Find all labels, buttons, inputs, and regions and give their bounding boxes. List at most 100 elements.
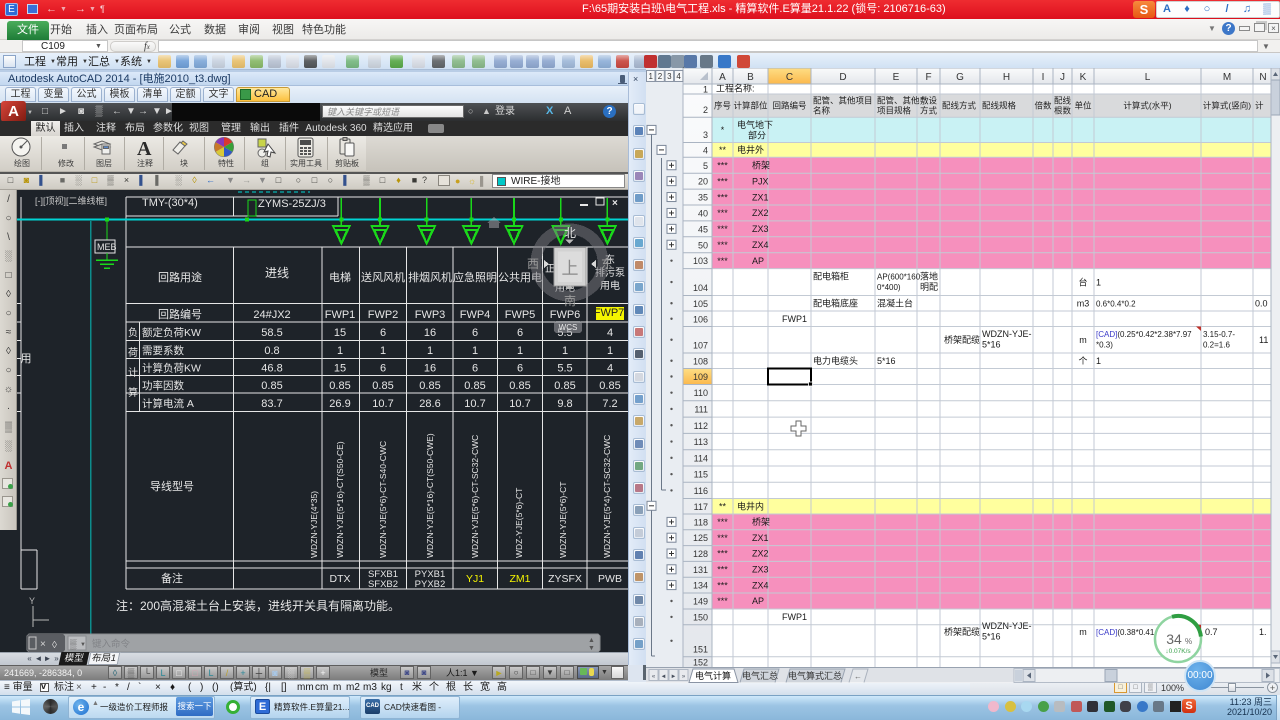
svg-text:←: ←	[854, 672, 862, 681]
svg-text:28.6: 28.6	[419, 398, 440, 410]
svg-text:WDZN-YJE-: WDZN-YJE-	[982, 329, 1032, 339]
svg-text:混凝土台: 混凝土台	[877, 297, 913, 308]
svg-text:4: 4	[607, 327, 613, 339]
svg-text:110: 110	[694, 388, 708, 398]
svg-text:0.85: 0.85	[261, 380, 282, 392]
svg-text:上: 上	[562, 259, 579, 278]
svg-text:ZX1: ZX1	[752, 192, 769, 202]
svg-text:FWP5: FWP5	[505, 309, 536, 321]
svg-text:回路用途: 回路用途	[158, 270, 202, 284]
svg-text:MEB: MEB	[97, 242, 117, 252]
svg-text:工程名称:: 工程名称:	[716, 83, 755, 94]
svg-text:111: 111	[694, 404, 708, 414]
svg-text:112: 112	[694, 421, 708, 431]
svg-text:2: 2	[703, 105, 708, 115]
svg-text:58.5: 58.5	[261, 327, 282, 339]
svg-text:个: 个	[1078, 356, 1087, 366]
svg-text:方式: 方式	[920, 106, 938, 116]
svg-text:5: 5	[703, 161, 708, 171]
svg-text:计算部位: 计算部位	[733, 101, 768, 111]
svg-text:电气计算: 电气计算	[695, 670, 731, 681]
svg-text:***: ***	[717, 224, 728, 234]
svg-text:桥架: 桥架	[752, 159, 770, 170]
svg-text:FWP1: FWP1	[782, 314, 807, 324]
svg-text:配线: 配线	[1054, 96, 1072, 106]
svg-text:ZX2: ZX2	[752, 208, 769, 218]
svg-text:电井外: 电井外	[737, 144, 764, 155]
svg-text:B: B	[747, 72, 754, 83]
svg-text:F: F	[925, 72, 931, 83]
svg-text:1: 1	[337, 345, 343, 357]
svg-text:***: ***	[717, 256, 728, 266]
svg-text:%: %	[1185, 637, 1192, 646]
svg-text:***: ***	[717, 208, 728, 218]
svg-text:明配: 明配	[920, 282, 938, 292]
svg-text:送风风机: 送风风机	[361, 270, 405, 284]
svg-text:149: 149	[693, 597, 708, 607]
svg-text:L: L	[1145, 72, 1151, 83]
svg-text:YJ1: YJ1	[466, 573, 484, 585]
svg-text:南: 南	[564, 293, 576, 308]
svg-text:83.7: 83.7	[261, 398, 282, 410]
svg-text:N: N	[1259, 72, 1266, 83]
svg-text:7.2: 7.2	[602, 398, 617, 410]
svg-text:M: M	[1223, 72, 1231, 83]
svg-text:6: 6	[472, 327, 478, 339]
svg-text:0.8: 0.8	[264, 345, 279, 357]
svg-text:104: 104	[693, 283, 708, 293]
svg-text:1.: 1.	[1259, 627, 1267, 637]
svg-text:根数: 根数	[1054, 106, 1072, 116]
svg-text:FWP1: FWP1	[782, 612, 807, 622]
svg-text:1: 1	[380, 345, 386, 357]
svg-text:**: **	[719, 145, 727, 155]
svg-text:9.8: 9.8	[557, 398, 572, 410]
svg-text:108: 108	[693, 356, 708, 366]
svg-text:1: 1	[1096, 356, 1101, 366]
svg-text:15: 15	[334, 363, 346, 375]
svg-text:6: 6	[517, 363, 523, 375]
svg-text:×: ×	[40, 639, 46, 650]
svg-text:台: 台	[1078, 276, 1087, 287]
svg-text:0.85: 0.85	[419, 380, 440, 392]
svg-text:◊: ◊	[52, 640, 57, 651]
svg-text:1: 1	[703, 85, 708, 95]
svg-text:▒: ▒	[70, 639, 77, 650]
svg-text:0.85: 0.85	[509, 380, 530, 392]
svg-text:▼: ▼	[80, 642, 86, 648]
svg-text:J: J	[1060, 72, 1065, 83]
svg-text:DTX: DTX	[330, 573, 351, 585]
svg-text:K: K	[1080, 72, 1087, 83]
svg-text:落地: 落地	[920, 270, 938, 281]
svg-text:电井内: 电井内	[737, 500, 764, 511]
svg-text:16: 16	[424, 363, 436, 375]
svg-text:15: 15	[334, 327, 346, 339]
svg-text:107: 107	[693, 341, 708, 351]
svg-text:10.7: 10.7	[372, 398, 393, 410]
svg-text:5*16: 5*16	[982, 339, 1001, 349]
svg-text:配线规格: 配线规格	[982, 101, 1017, 111]
svg-text:24#JX2: 24#JX2	[253, 309, 290, 321]
svg-text:需要系数: 需要系数	[142, 344, 184, 357]
svg-text:0.2=1.6: 0.2=1.6	[1203, 340, 1230, 349]
svg-text:***: ***	[717, 240, 728, 250]
svg-text:*0.3): *0.3)	[1096, 340, 1113, 349]
svg-text:4: 4	[676, 72, 681, 81]
svg-text:***: ***	[717, 533, 728, 543]
svg-text:部分: 部分	[748, 130, 766, 141]
svg-text:***: ***	[717, 549, 728, 559]
svg-text:34: 34	[1166, 631, 1182, 647]
svg-text:SFXB2: SFXB2	[368, 579, 398, 590]
svg-text:134: 134	[693, 581, 708, 591]
svg-text:ZX3: ZX3	[752, 565, 769, 575]
svg-text:WDZ-YJE(5*6)-CT: WDZ-YJE(5*6)-CT	[514, 488, 524, 558]
svg-text:0*400): 0*400)	[877, 283, 901, 292]
svg-text:ZYSFX: ZYSFX	[548, 573, 582, 585]
svg-text:6: 6	[517, 327, 523, 339]
svg-text:东: 东	[601, 257, 613, 271]
svg-text:用: 用	[21, 353, 32, 365]
svg-text:45: 45	[698, 224, 708, 234]
svg-text:131: 131	[693, 565, 708, 575]
svg-text:***: ***	[717, 176, 728, 186]
svg-text:注：200高混凝土台上安装，进线开关具有隔离功能。: 注：200高混凝土台上安装，进线开关具有隔离功能。	[116, 598, 400, 613]
svg-text:名称: 名称	[813, 106, 831, 116]
